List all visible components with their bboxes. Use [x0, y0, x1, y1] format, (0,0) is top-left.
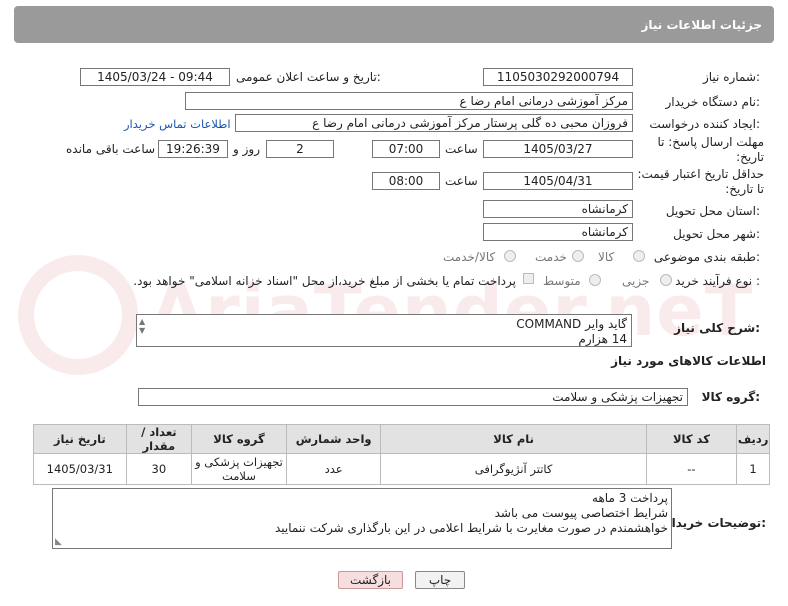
cell-qty: 30: [125, 453, 193, 485]
col-unit: واحد شمارش: [285, 424, 382, 454]
price-time-field: 08:00: [372, 172, 440, 190]
deadline-date-field: 1405/03/27: [483, 140, 633, 158]
cell-name: کاتتر آنژیوگرافی: [380, 453, 647, 485]
cell-group: تجهیزات پزشکی و سلامت: [191, 453, 287, 485]
general-desc-label: شرح کلی نیاز:: [674, 321, 760, 335]
col-code: کد کالا: [645, 424, 738, 454]
cell-date: 1405/03/31: [33, 453, 127, 485]
need-number-label: شماره نیاز:: [702, 70, 760, 84]
table-header-row: ردیف کد کالا نام کالا واحد شمارش گروه کا…: [33, 424, 770, 454]
general-desc-line1: گاید وایر COMMAND: [516, 317, 627, 331]
payment-note: پرداخت تمام یا بخشی از مبلغ خرید،از محل …: [133, 274, 516, 288]
goods-group-label: گروه کالا:: [701, 390, 760, 404]
need-number-field: 1105030292000794: [483, 68, 633, 86]
remaining-label: ساعت باقی مانده: [66, 142, 156, 156]
buyer-org-field: مرکز آموزشی درمانی امام رضا ع: [185, 92, 633, 110]
buyer-notes-line2: شرایط اختصاصی پیوست می باشد: [494, 506, 668, 520]
watermark-logo-icon: [18, 255, 138, 375]
remaining-time-field: 19:26:39: [158, 140, 228, 158]
buyer-org-label: نام دستگاه خریدار:: [665, 95, 761, 109]
print-button[interactable]: چاپ: [415, 571, 465, 589]
process-radio-medium[interactable]: [589, 274, 601, 286]
general-desc-line2: 14 هزارم: [578, 332, 627, 346]
creator-label: ایجاد کننده درخواست:: [649, 117, 760, 131]
category-radio-goods[interactable]: [633, 250, 645, 262]
cell-row: 1: [736, 453, 770, 485]
city-label: شهر محل تحویل:: [673, 227, 760, 241]
price-time-label: ساعت: [445, 174, 478, 188]
col-date: تاریخ نیاز: [33, 424, 127, 454]
province-label: استان محل تحویل:: [665, 204, 760, 218]
cell-code: --: [645, 453, 738, 485]
process-label: نوع فرآیند خرید :: [675, 274, 760, 288]
cell-unit: عدد: [285, 453, 382, 485]
buyer-notes-textarea[interactable]: پرداخت 3 ماهه شرایط اختصاصی پیوست می باش…: [52, 488, 672, 549]
process-radio-minor[interactable]: [660, 274, 672, 286]
contact-buyer-link[interactable]: اطلاعات تماس خریدار: [124, 117, 231, 131]
category-label: طبقه بندی موضوعی:: [653, 250, 760, 264]
announce-field: 1405/03/24 - 09:44: [80, 68, 230, 86]
goods-section-title: اطلاعات کالاهای مورد نیاز: [611, 354, 766, 368]
days-field: 2: [266, 140, 334, 158]
col-qty: تعداد / مقدار: [125, 424, 193, 454]
deadline-time-label: ساعت: [445, 142, 478, 156]
general-desc-textarea[interactable]: گاید وایر COMMAND 14 هزارم ▲ ▼: [136, 314, 632, 347]
back-button[interactable]: بازگشت: [338, 571, 403, 589]
col-row: ردیف: [736, 424, 770, 454]
creator-field: فروزان محبی ده گلی پرستار مرکز آموزشی در…: [235, 114, 633, 132]
days-label: روز و: [233, 142, 260, 156]
category-option-both: کالا/خدمت: [443, 250, 496, 264]
province-field: کرمانشاه: [483, 200, 633, 218]
process-option-minor: جزیی: [622, 274, 650, 288]
process-option-medium: متوسط: [543, 274, 581, 288]
table-row[interactable]: 1 -- کاتتر آنژیوگرافی عدد تجهیزات پزشکی …: [33, 453, 770, 485]
price-date-field: 1405/04/31: [483, 172, 633, 190]
page-title: جزئیات اطلاعات نیاز: [641, 18, 762, 32]
category-radio-service[interactable]: [572, 250, 584, 262]
goods-group-field: تجهیزات پزشکی و سلامت: [138, 388, 688, 406]
scroll-arrows-icon[interactable]: ▲ ▼: [139, 317, 149, 344]
col-name: نام کالا: [380, 424, 647, 454]
category-option-service: خدمت: [535, 250, 567, 264]
deadline-label: مهلت ارسال پاسخ: تا تاریخ:: [657, 135, 764, 164]
category-radio-both[interactable]: [504, 250, 516, 262]
category-option-goods: کالا: [598, 250, 615, 264]
payment-checkbox[interactable]: [523, 273, 534, 284]
deadline-time-field: 07:00: [372, 140, 440, 158]
resize-handle-icon[interactable]: ◣: [55, 537, 62, 547]
buyer-notes-line3: خواهشمندم در صورت مغایرت با شرایط اعلامی…: [274, 521, 668, 535]
buyer-notes-label: توضیحات خریدار:: [664, 516, 766, 530]
buyer-notes-line1: پرداخت 3 ماهه: [592, 491, 668, 505]
col-group: گروه کالا: [191, 424, 287, 454]
min-price-label: حداقل تاریخ اعتبار قیمت: تا تاریخ:: [637, 167, 764, 196]
city-field: کرمانشاه: [483, 223, 633, 241]
goods-table: ردیف کد کالا نام کالا واحد شمارش گروه کا…: [33, 424, 770, 485]
announce-label: تاریخ و ساعت اعلان عمومی:: [236, 70, 381, 84]
